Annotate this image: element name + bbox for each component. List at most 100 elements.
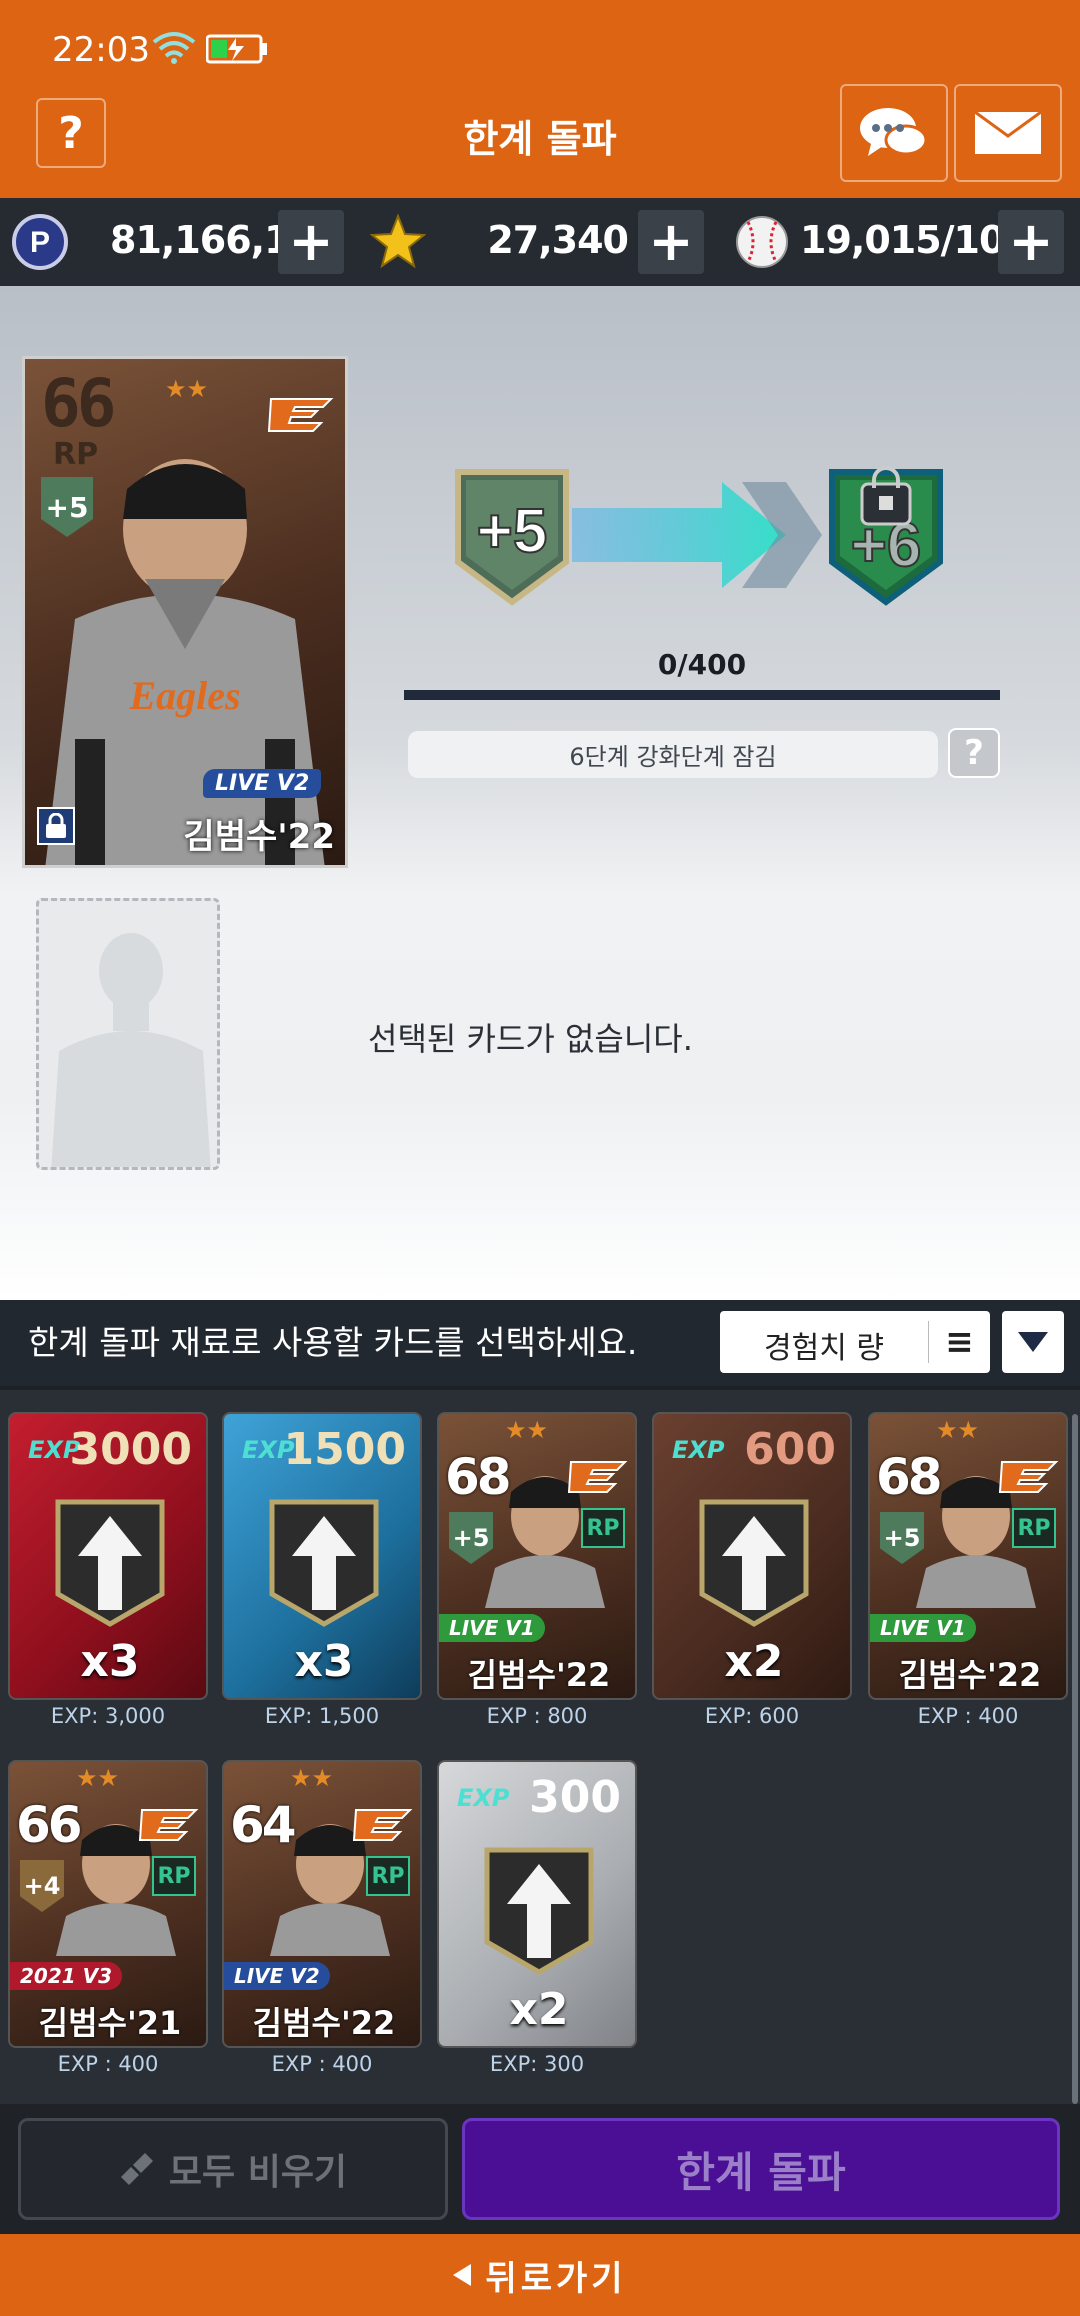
- locked-help-button[interactable]: ?: [948, 728, 1000, 778]
- back-label: 뒤로가기: [485, 2258, 627, 2299]
- card-exp-label: EXP: 300: [489, 2052, 585, 2076]
- player-card[interactable]: ★★ 68 +5 RP LIVE V1 김범수'22: [868, 1412, 1068, 1700]
- baseball-icon: [736, 216, 788, 268]
- grid-scrollbar[interactable]: [1072, 1414, 1078, 2104]
- exp-card[interactable]: EXP 3000 x3: [8, 1412, 208, 1700]
- card-version-badge: LIVE V2: [203, 769, 322, 798]
- card-overall: 64: [230, 1796, 297, 1854]
- add-balls-button[interactable]: +: [998, 210, 1064, 274]
- card-version-badge: LIVE V2: [224, 1962, 330, 1990]
- eagles-logo-icon: [567, 1461, 628, 1493]
- card-exp-label: EXP : 400: [917, 1704, 1019, 1728]
- card-count: x3: [294, 1636, 354, 1687]
- material-slot-empty[interactable]: [36, 898, 220, 1170]
- card-player-name: 김범수'22: [898, 1656, 1042, 1694]
- card-version-badge: LIVE V1: [870, 1614, 976, 1642]
- instruction-text: 한계 돌파 재료로 사용할 카드를 선택하세요.: [28, 1323, 638, 1362]
- card-position: RP: [1012, 1508, 1056, 1548]
- back-arrow-icon: [453, 2264, 472, 2286]
- card-position: RP: [366, 1856, 410, 1896]
- card-player-name: 김범수'22: [467, 1656, 611, 1694]
- eagles-logo-icon: [998, 1461, 1059, 1493]
- card-exp-label: EXP : 800: [486, 1704, 588, 1728]
- card-player-name: 김범수'21: [38, 2004, 182, 2042]
- card-position: RP: [53, 437, 99, 472]
- add-points-button[interactable]: +: [278, 210, 344, 274]
- up-arrow-icon: [699, 1499, 809, 1627]
- card-stars: ★★: [290, 1764, 334, 1792]
- material-card-4[interactable]: EXP 600 x2 EXP: 600: [652, 1412, 852, 1728]
- eagles-logo-icon: [138, 1809, 199, 1841]
- up-arrow-icon: [269, 1499, 379, 1627]
- sort-select[interactable]: 경험치 량 ≡: [720, 1311, 990, 1373]
- exp-tag: EXP: [457, 1784, 510, 1812]
- card-overall: 66: [41, 365, 117, 442]
- material-card-1[interactable]: EXP 3000 x3 EXP: 3,000: [8, 1412, 208, 1728]
- eagles-logo-icon: [267, 398, 334, 432]
- material-card-6[interactable]: ★★ 66 +4 RP 2021 V3 김범수'21 EXP : 400: [8, 1760, 208, 2076]
- mail-button[interactable]: [954, 84, 1062, 182]
- material-card-3[interactable]: ★★ 68 +5 RP LIVE V1 김범수'22 EXP : 800: [437, 1412, 637, 1728]
- card-exp-label: EXP : 400: [271, 2052, 373, 2076]
- exp-progress-bar: [404, 690, 1000, 700]
- clear-all-button[interactable]: 모두 비우기: [18, 2118, 448, 2220]
- card-stars: ★★: [936, 1416, 980, 1444]
- svg-text:Eagles: Eagles: [128, 673, 240, 718]
- material-card-5[interactable]: ★★ 68 +5 RP LIVE V1 김범수'22 EXP : 400: [868, 1412, 1068, 1728]
- exp-card[interactable]: EXP 1500 x3: [222, 1412, 422, 1700]
- card-exp-label: EXP: 1,500: [264, 1704, 380, 1728]
- locked-status-label: 6단계 강화단계 잠김: [408, 731, 938, 778]
- chat-icon: [860, 108, 928, 156]
- card-version-badge: 2021 V3: [10, 1962, 123, 1990]
- list-icon[interactable]: ≡: [928, 1321, 990, 1363]
- player-card[interactable]: ★★ 66 +4 RP 2021 V3 김범수'21: [8, 1760, 208, 2048]
- eagles-logo-icon: [352, 1809, 413, 1841]
- chat-button[interactable]: [840, 84, 948, 182]
- card-player-name: 김범수'22: [252, 2004, 396, 2042]
- balls-value: 19,015/104: [800, 218, 1031, 262]
- player-silhouette-icon: [51, 933, 211, 1167]
- limit-break-button[interactable]: 한계 돌파: [462, 2118, 1060, 2220]
- card-count: x3: [80, 1636, 140, 1687]
- broom-icon: [120, 2153, 153, 2185]
- battery-icon: [206, 34, 267, 64]
- card-position: RP: [581, 1508, 625, 1548]
- current-level-badge: +5: [455, 469, 569, 606]
- card-exp-label: EXP: 3,000: [50, 1704, 166, 1728]
- clear-all-label: 모두 비우기: [168, 2152, 348, 2193]
- sort-direction-button[interactable]: [1002, 1311, 1064, 1373]
- sort-label: 경험치 량: [764, 1331, 884, 1366]
- card-position: RP: [152, 1856, 196, 1896]
- lock-icon: [37, 807, 75, 845]
- card-overall: 68: [445, 1448, 512, 1506]
- card-count: x2: [724, 1636, 784, 1687]
- add-stars-button[interactable]: +: [638, 210, 704, 274]
- exp-card[interactable]: EXP 300 x2: [437, 1760, 637, 2048]
- arrow-icon: [572, 482, 822, 588]
- svg-text:P: P: [30, 226, 50, 259]
- player-card[interactable]: ★★ 68 +5 RP LIVE V1 김범수'22: [437, 1412, 637, 1700]
- material-card-2[interactable]: EXP 1500 x3 EXP: 1,500: [222, 1412, 422, 1728]
- header: 22:03 ? 한계 돌파: [0, 0, 1080, 198]
- exp-card-value: 3000: [69, 1424, 192, 1475]
- star-icon: [370, 214, 426, 269]
- exp-card[interactable]: EXP 600 x2: [652, 1412, 852, 1700]
- material-card-8[interactable]: EXP 300 x2 EXP: 300: [437, 1760, 637, 2076]
- empty-selection-message: 선택된 카드가 없습니다.: [368, 1020, 693, 1058]
- card-player-name: 김범수'22: [183, 817, 335, 857]
- back-button[interactable]: 뒤로가기: [0, 2234, 1080, 2316]
- triangle-down-icon: [1018, 1332, 1048, 1352]
- p-coin-icon: P: [12, 214, 68, 270]
- card-exp-label: EXP : 400: [57, 2052, 159, 2076]
- wifi-icon: [152, 32, 196, 64]
- mail-icon: [974, 110, 1042, 154]
- player-card[interactable]: ★★ 64 RP LIVE V2 김범수'22: [222, 1760, 422, 2048]
- up-arrow-icon: [55, 1499, 165, 1627]
- exp-card-value: 300: [529, 1772, 621, 1823]
- card-version-badge: LIVE V1: [439, 1614, 545, 1642]
- exp-tag: EXP: [672, 1436, 725, 1464]
- card-exp-label: EXP: 600: [704, 1704, 800, 1728]
- material-card-7[interactable]: ★★ 64 RP LIVE V2 김범수'22 EXP : 400: [222, 1760, 422, 2076]
- status-time: 22:03: [52, 30, 150, 70]
- target-player-card[interactable]: Eagles 66 RP ★★ +5 LIVE V2 김범수'22: [22, 356, 348, 868]
